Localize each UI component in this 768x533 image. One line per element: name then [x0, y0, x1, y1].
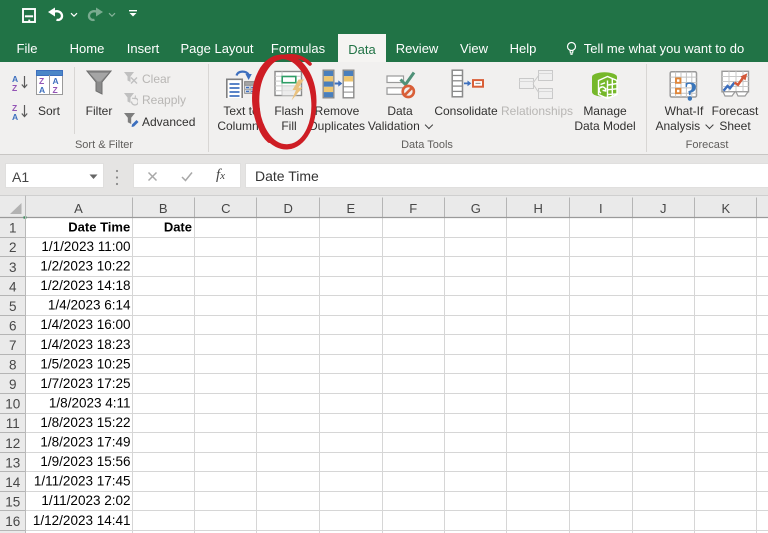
svg-text:1/4/2023 18:23: 1/4/2023 18:23	[40, 337, 130, 352]
svg-text:E: E	[346, 201, 355, 216]
svg-text:B: B	[159, 201, 168, 216]
svg-text:16: 16	[5, 514, 20, 529]
svg-text:1/4/2023 16:00: 1/4/2023 16:00	[40, 317, 130, 332]
svg-text:D: D	[284, 201, 293, 216]
svg-text:12: 12	[5, 436, 20, 451]
svg-text:1/8/2023 17:49: 1/8/2023 17:49	[40, 435, 130, 450]
svg-text:4: 4	[9, 279, 17, 294]
svg-text:J: J	[660, 201, 667, 216]
svg-text:1/7/2023 17:25: 1/7/2023 17:25	[40, 376, 130, 391]
svg-text:8: 8	[9, 358, 17, 373]
svg-text:1/4/2023 6:14: 1/4/2023 6:14	[48, 298, 131, 313]
svg-text:7: 7	[9, 338, 17, 353]
svg-text:A: A	[12, 112, 18, 121]
svg-text:Z: Z	[53, 85, 58, 95]
svg-text:3: 3	[9, 260, 17, 275]
svg-text:K: K	[721, 201, 730, 216]
svg-text:I: I	[599, 201, 603, 216]
svg-text:1/2/2023 14:18: 1/2/2023 14:18	[40, 278, 130, 293]
svg-text:9: 9	[9, 377, 17, 392]
svg-text:1/2/2023 10:22: 1/2/2023 10:22	[40, 259, 130, 274]
svg-text:11: 11	[6, 416, 20, 431]
svg-text:Date: Date	[164, 220, 192, 235]
svg-text:6: 6	[9, 318, 17, 333]
svg-text:1/11/2023 17:45: 1/11/2023 17:45	[34, 474, 131, 489]
svg-text:2: 2	[9, 240, 17, 255]
svg-text:1/11/2023 2:02: 1/11/2023 2:02	[41, 493, 130, 508]
svg-text:1/8/2023 15:22: 1/8/2023 15:22	[40, 415, 130, 430]
svg-text:1/5/2023 10:25: 1/5/2023 10:25	[40, 356, 130, 371]
svg-text:A: A	[74, 201, 83, 216]
svg-text:1/8/2023 4:11: 1/8/2023 4:11	[49, 396, 131, 411]
svg-text:1/1/2023 11:00: 1/1/2023 11:00	[41, 239, 130, 254]
svg-text:13: 13	[5, 455, 20, 470]
svg-text:14: 14	[5, 475, 21, 490]
svg-text:F: F	[409, 201, 417, 216]
svg-text:5: 5	[9, 299, 17, 314]
svg-text:H: H	[534, 201, 543, 216]
svg-text:C: C	[221, 201, 230, 216]
svg-text:Date Time: Date Time	[68, 220, 130, 235]
svg-text:Z: Z	[12, 83, 17, 92]
svg-text:1: 1	[9, 221, 17, 236]
svg-text:1/12/2023 14:41: 1/12/2023 14:41	[33, 513, 131, 528]
svg-text:G: G	[471, 201, 481, 216]
svg-text:10: 10	[5, 397, 20, 412]
svg-text:15: 15	[5, 494, 20, 509]
svg-text:?: ?	[684, 77, 698, 106]
svg-text:A: A	[39, 85, 45, 95]
svg-text:1/9/2023 15:56: 1/9/2023 15:56	[40, 454, 130, 469]
